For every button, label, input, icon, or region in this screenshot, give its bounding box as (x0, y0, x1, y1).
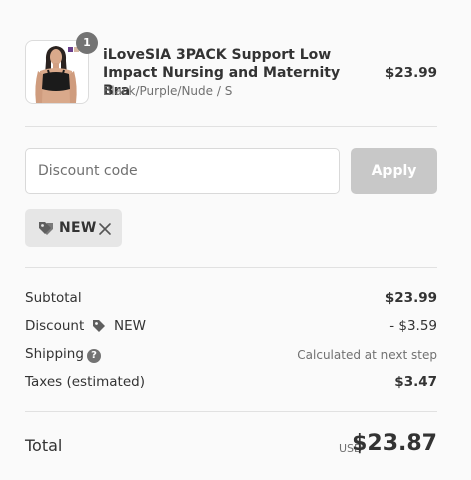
total-value: $23.87 (352, 431, 437, 456)
shipping-value: Calculated at next step (297, 348, 437, 362)
product-price: $23.99 (384, 65, 437, 81)
quantity-badge: 1 (76, 32, 98, 54)
product-variant: Black/Purple/Nude / S (103, 84, 233, 98)
order-summary: 1 iLoveSIA 3PACK Support Low Impact Nurs… (0, 0, 471, 480)
product-line-item: 1 iLoveSIA 3PACK Support Low Impact Nurs… (25, 32, 437, 106)
tag-icon (36, 220, 54, 240)
applied-discount-tag: NEW (25, 209, 122, 247)
taxes-label: Taxes (estimated) (25, 374, 145, 390)
divider (25, 411, 437, 412)
tag-icon (90, 318, 108, 338)
discount-code: NEW (114, 318, 146, 334)
discount-value: - $3.59 (389, 318, 437, 334)
product-thumbnail: 1 (25, 32, 98, 104)
subtotal-value: $23.99 (384, 290, 437, 306)
applied-discount-code: NEW (59, 220, 97, 236)
close-icon[interactable] (98, 221, 112, 240)
taxes-value: $3.47 (394, 374, 437, 390)
divider (25, 267, 437, 268)
apply-button[interactable]: Apply (351, 148, 437, 194)
divider (25, 126, 437, 127)
shipping-label: Shipping (25, 346, 84, 362)
help-icon[interactable]: ? (87, 349, 101, 363)
discount-label: Discount (25, 318, 85, 334)
total-label: Total (25, 436, 63, 455)
discount-code-input[interactable] (25, 148, 340, 194)
subtotal-label: Subtotal (25, 290, 82, 306)
